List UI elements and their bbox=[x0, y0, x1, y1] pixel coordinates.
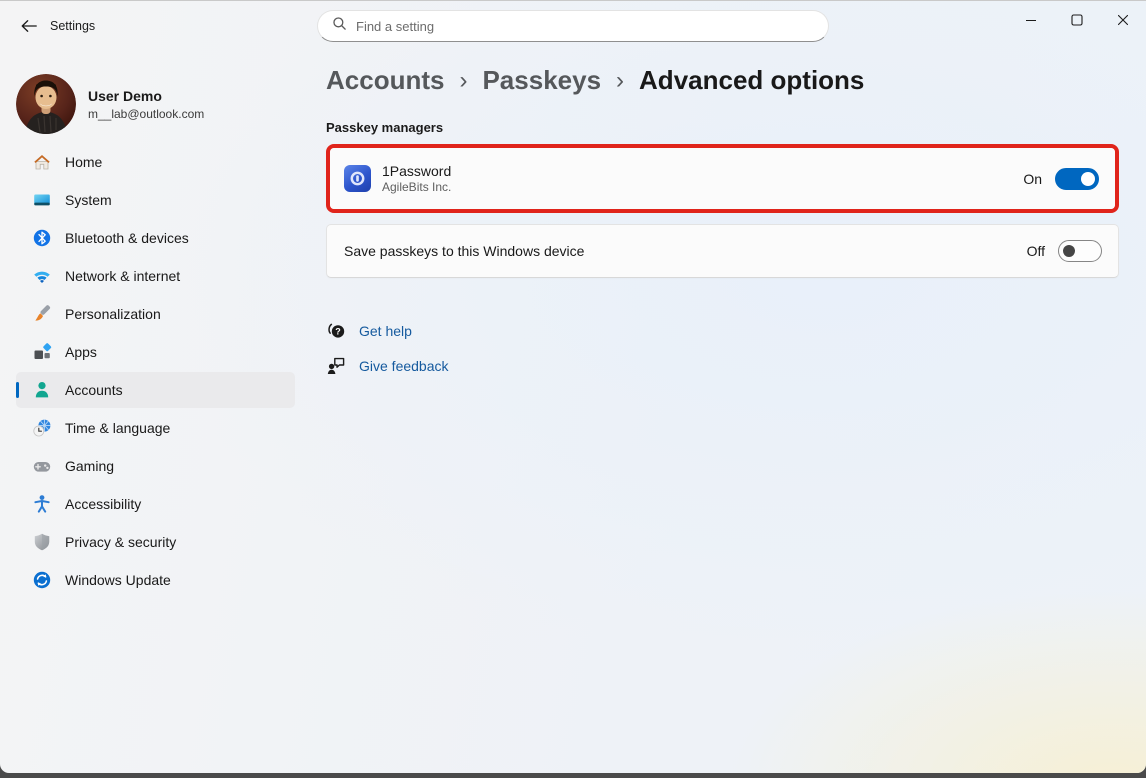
time-language-icon bbox=[32, 418, 52, 438]
sidebar-item-accessibility[interactable]: Accessibility bbox=[16, 486, 295, 522]
search-input[interactable] bbox=[356, 19, 814, 34]
main-content: Accounts › Passkeys › Advanced options P… bbox=[300, 51, 1146, 773]
settings-window: Settings bbox=[0, 0, 1146, 773]
passkey-manager-row[interactable]: 1Password AgileBits Inc. On bbox=[330, 148, 1115, 209]
sidebar-item-accounts[interactable]: Accounts bbox=[16, 372, 295, 408]
sidebar-item-home[interactable]: Home bbox=[16, 144, 295, 180]
avatar bbox=[16, 74, 76, 134]
svg-text:?: ? bbox=[335, 327, 341, 337]
sidebar-item-bluetooth-devices[interactable]: Bluetooth & devices bbox=[16, 220, 295, 256]
give-feedback-link[interactable]: Give feedback bbox=[326, 355, 449, 376]
system-icon bbox=[32, 190, 52, 210]
sidebar-item-privacy-security[interactable]: Privacy & security bbox=[16, 524, 295, 560]
sidebar-item-label: Apps bbox=[65, 344, 97, 360]
sidebar-item-label: Personalization bbox=[65, 306, 161, 322]
get-help-link[interactable]: ? Get help bbox=[326, 320, 412, 341]
apps-icon bbox=[32, 342, 52, 362]
sidebar-item-label: Network & internet bbox=[65, 268, 180, 284]
sidebar-item-label: Gaming bbox=[65, 458, 114, 474]
user-info: User Demo m__lab@outlook.com bbox=[88, 88, 204, 121]
sidebar-item-network-internet[interactable]: Network & internet bbox=[16, 258, 295, 294]
breadcrumb-passkeys[interactable]: Passkeys bbox=[482, 64, 601, 96]
manager-toggle-state: On bbox=[1023, 171, 1042, 187]
paintbrush-icon bbox=[32, 304, 52, 324]
breadcrumb: Accounts › Passkeys › Advanced options bbox=[326, 63, 1146, 97]
sidebar-item-label: Home bbox=[65, 154, 102, 170]
manager-vendor: AgileBits Inc. bbox=[382, 180, 451, 195]
footer-links: ? Get help Give feedback bbox=[326, 320, 1146, 376]
sidebar-item-time-language[interactable]: Time & language bbox=[16, 410, 295, 446]
search-box[interactable] bbox=[317, 10, 829, 42]
sidebar-item-label: Privacy & security bbox=[65, 534, 176, 550]
section-label: Passkey managers bbox=[326, 120, 1146, 135]
1password-app-icon bbox=[344, 165, 371, 192]
save-passkeys-row[interactable]: Save passkeys to this Windows device Off bbox=[326, 224, 1119, 278]
sidebar-item-label: Bluetooth & devices bbox=[65, 230, 189, 246]
maximize-button[interactable] bbox=[1054, 1, 1100, 39]
sidebar-item-label: Accounts bbox=[65, 382, 123, 398]
sidebar-item-personalization[interactable]: Personalization bbox=[16, 296, 295, 332]
windows-update-icon bbox=[32, 570, 52, 590]
get-help-label: Get help bbox=[359, 323, 412, 339]
user-name: User Demo bbox=[88, 88, 204, 104]
sidebar-item-label: Accessibility bbox=[65, 496, 141, 512]
app-title: Settings bbox=[50, 19, 95, 33]
give-feedback-icon bbox=[326, 355, 347, 376]
user-email: m__lab@outlook.com bbox=[88, 107, 204, 121]
sidebar-item-label: Time & language bbox=[65, 420, 170, 436]
accessibility-icon bbox=[32, 494, 52, 514]
manager-toggle[interactable] bbox=[1055, 168, 1099, 190]
sidebar-item-label: System bbox=[65, 192, 112, 208]
home-icon bbox=[32, 152, 52, 172]
breadcrumb-separator: › bbox=[459, 63, 467, 97]
breadcrumb-accounts[interactable]: Accounts bbox=[326, 64, 444, 96]
back-button[interactable] bbox=[14, 14, 44, 40]
back-arrow-icon bbox=[20, 18, 38, 37]
manager-name: 1Password bbox=[382, 162, 451, 180]
wifi-icon bbox=[32, 266, 52, 286]
sidebar-item-label: Windows Update bbox=[65, 572, 171, 588]
shield-icon bbox=[32, 532, 52, 552]
user-profile[interactable]: User Demo m__lab@outlook.com bbox=[16, 74, 290, 134]
close-button[interactable] bbox=[1100, 1, 1146, 39]
window-controls bbox=[1008, 1, 1146, 41]
minimize-button[interactable] bbox=[1008, 1, 1054, 39]
get-help-icon: ? bbox=[326, 320, 347, 341]
bluetooth-icon bbox=[32, 228, 52, 248]
sidebar-item-gaming[interactable]: Gaming bbox=[16, 448, 295, 484]
toggle-knob bbox=[1081, 172, 1095, 186]
selection-pill bbox=[16, 382, 19, 398]
give-feedback-label: Give feedback bbox=[359, 358, 449, 374]
row-text: 1Password AgileBits Inc. bbox=[382, 162, 451, 195]
gaming-icon bbox=[32, 456, 52, 476]
page-title: Advanced options bbox=[639, 64, 864, 96]
sidebar: User Demo m__lab@outlook.com Home bbox=[0, 51, 300, 773]
save-passkeys-label: Save passkeys to this Windows device bbox=[344, 242, 584, 260]
sidebar-item-windows-update[interactable]: Windows Update bbox=[16, 562, 295, 598]
sidebar-item-system[interactable]: System bbox=[16, 182, 295, 218]
titlebar: Settings bbox=[0, 1, 1146, 51]
annotation-highlight-box: 1Password AgileBits Inc. On bbox=[326, 144, 1119, 213]
breadcrumb-separator: › bbox=[616, 63, 624, 97]
accounts-icon bbox=[32, 380, 52, 400]
toggle-knob bbox=[1063, 245, 1075, 257]
save-passkeys-toggle-state: Off bbox=[1027, 243, 1045, 259]
sidebar-item-apps[interactable]: Apps bbox=[16, 334, 295, 370]
sidebar-nav: Home System bbox=[0, 144, 300, 598]
search-icon bbox=[332, 16, 347, 36]
save-passkeys-toggle[interactable] bbox=[1058, 240, 1102, 262]
